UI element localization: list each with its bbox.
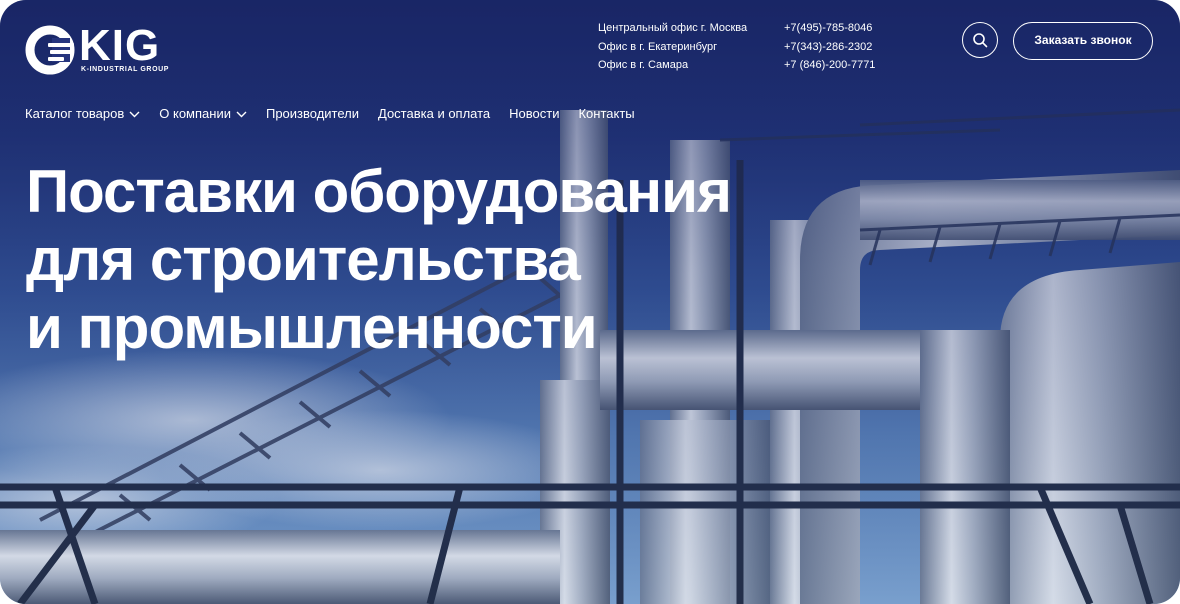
chevron-down-icon	[236, 111, 247, 117]
nav-item-label: Производители	[265, 106, 359, 121]
chevron-down-icon	[129, 111, 140, 117]
nav-item-about[interactable]: О компании	[159, 104, 247, 124]
office-phone-link[interactable]: +7 (846)-200-7771	[784, 57, 875, 74]
office-phone-link[interactable]: +7(343)-286-2302	[784, 39, 872, 56]
nav-item-label: О компании	[159, 106, 231, 121]
nav-item-label: Каталог товаров	[25, 106, 125, 121]
office-name: Офис в г. Екатеринбург	[598, 40, 718, 53]
nav-item-contacts[interactable]: Контакты	[578, 104, 634, 124]
nav-item-news[interactable]: Новости	[509, 104, 559, 124]
search-button[interactable]	[962, 22, 998, 58]
main-nav: Каталог товаров О компании Производители…	[25, 104, 654, 124]
office-name: Офис в г. Самара	[598, 59, 689, 71]
office-row-samara: Офис в г. Самара +7 (846)-200-7771	[598, 57, 888, 76]
search-icon	[973, 33, 988, 48]
headline-line: Поставки оборудования	[26, 158, 732, 225]
kig-logo[interactable]: KIG K-INDUSTRIAL GROUP	[24, 21, 194, 76]
nav-item-label: Новости	[509, 106, 560, 121]
office-name: Центральный офис г. Москва	[598, 22, 748, 34]
headline-line: и промышленности	[26, 294, 598, 361]
nav-item-label: Контакты	[578, 106, 635, 121]
hero-headline: Поставки оборудования для строительства …	[26, 158, 732, 362]
hero-banner: KIG K-INDUSTRIAL GROUP Центральный офис …	[0, 0, 1180, 604]
office-contacts: Центральный офис г. Москва +7(495)-785-8…	[598, 20, 888, 76]
office-phone-link[interactable]: +7(495)-785-8046	[784, 20, 872, 37]
nav-item-catalog[interactable]: Каталог товаров	[25, 104, 140, 124]
office-row-yekaterinburg: Офис в г. Екатеринбург +7(343)-286-2302	[598, 39, 888, 58]
headline-line: для строительства	[26, 226, 581, 293]
nav-item-delivery[interactable]: Доставка и оплата	[378, 104, 490, 124]
office-row-moscow: Центральный офис г. Москва +7(495)-785-8…	[598, 20, 888, 39]
kig-logo-mark-icon	[25, 25, 75, 75]
nav-item-label: Доставка и оплата	[378, 106, 491, 121]
request-call-button[interactable]: Заказать звонок	[1013, 22, 1153, 60]
logo-subtitle: K-INDUSTRIAL GROUP	[81, 66, 170, 73]
nav-item-manufacturers[interactable]: Производители	[266, 104, 359, 124]
